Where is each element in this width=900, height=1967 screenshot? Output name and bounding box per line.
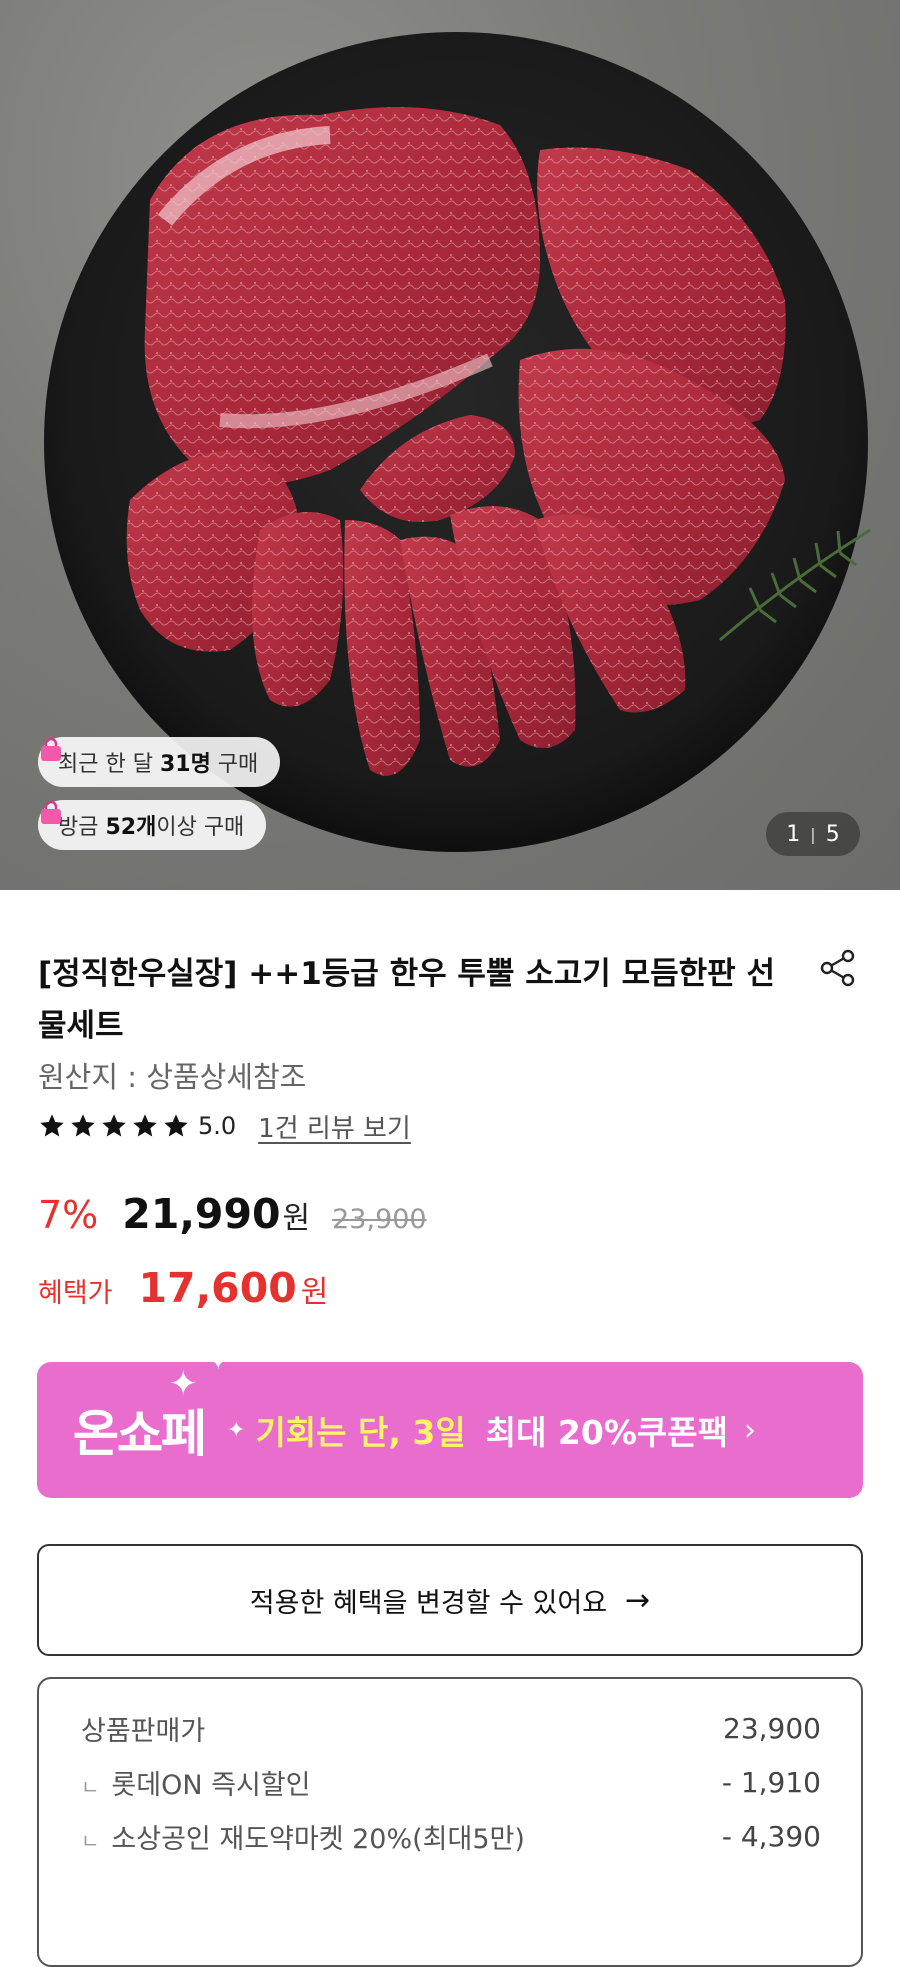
product-image-carousel[interactable]: 최근 한 달 31명 구매 방금 52개이상 구매 1 | 5 bbox=[0, 0, 900, 890]
breakdown-label: 소상공인 재도약마켓 20%(최대5만) bbox=[111, 1824, 525, 1855]
sale-price: 21,990 bbox=[122, 1190, 281, 1238]
star-icon bbox=[133, 1114, 157, 1137]
pager-separator: | bbox=[810, 824, 816, 844]
change-benefit-button[interactable]: 적용한 혜택을 변경할 수 있어요 → bbox=[37, 1544, 863, 1656]
sparkle-icon: ✦ bbox=[209, 1350, 227, 1375]
rating-row: 5.0 1건 리뷰 보기 bbox=[38, 1106, 411, 1146]
star-icon bbox=[164, 1114, 188, 1137]
discount-rate: 7% bbox=[38, 1193, 99, 1237]
product-title: [정직한우실장] ++1등급 한우 투뿔 소고기 모듬한판 선물세트 bbox=[38, 956, 776, 1044]
change-benefit-label: 적용한 혜택을 변경할 수 있어요 bbox=[249, 1587, 608, 1619]
chevron-right-icon: › bbox=[744, 1412, 756, 1448]
pager-current: 1 bbox=[786, 821, 801, 847]
recent-purchase-badge: 최근 한 달 31명 구매 bbox=[38, 737, 281, 787]
benefit-price-currency: 원 bbox=[300, 1275, 329, 1310]
benefit-price-row: 혜택가 17,600 원 bbox=[38, 1264, 328, 1324]
sparkle-icon: ✦ bbox=[227, 1417, 246, 1443]
benefit-label: 혜택가 bbox=[38, 1278, 113, 1309]
origin-info: 원산지 : 상품상세참조 bbox=[38, 1060, 307, 1094]
star-icon bbox=[40, 1114, 64, 1137]
promo-coupon-text: 최대 20%쿠폰팩 bbox=[485, 1413, 728, 1452]
just-purchased-badge: 방금 52개이상 구매 bbox=[38, 800, 267, 850]
breakdown-value: - 4,390 bbox=[721, 1820, 821, 1853]
rating-stars bbox=[38, 1112, 190, 1140]
promo-banner[interactable]: 온쇼페 ✦ ✦ ✦ 기회는 단, 3일 최대 20%쿠폰팩 › bbox=[37, 1350, 863, 1498]
badge-text: 최근 한 달 31명 구매 bbox=[58, 752, 259, 777]
share-icon[interactable] bbox=[818, 948, 858, 988]
sale-price-currency: 원 bbox=[282, 1201, 311, 1236]
pager-total: 5 bbox=[825, 821, 840, 847]
sub-item-marker: ㄴ bbox=[81, 1775, 100, 1799]
sub-item-marker: ㄴ bbox=[81, 1829, 100, 1853]
price-breakdown: 상품판매가 23,900 ㄴ 롯데ON 즉시할인 - 1,910 ㄴ 소상공인 재도… bbox=[37, 1677, 863, 1967]
breakdown-value: - 1,910 bbox=[721, 1766, 821, 1799]
review-link[interactable]: 1건 리뷰 보기 bbox=[258, 1108, 411, 1145]
arrow-right-icon: → bbox=[625, 1582, 651, 1618]
star-icon bbox=[71, 1114, 95, 1137]
promo-logo: 온쇼페 ✦ ✦ bbox=[73, 1350, 227, 1463]
original-price: 23,900 bbox=[332, 1204, 427, 1235]
benefit-price: 17,600 bbox=[138, 1264, 297, 1312]
promo-chance-text: 기회는 단, 3일 bbox=[255, 1413, 466, 1452]
star-icon bbox=[102, 1114, 126, 1137]
price-row: 7% 21,990 원 23,900 bbox=[38, 1190, 427, 1250]
breakdown-row-instant-discount: ㄴ 롯데ON 즉시할인 - 1,910 bbox=[81, 1763, 821, 1802]
sparkle-icon: ✦ bbox=[169, 1364, 197, 1404]
breakdown-value: 23,900 bbox=[723, 1712, 821, 1745]
breakdown-label: 롯데ON 즉시할인 bbox=[111, 1770, 311, 1801]
rating-score: 5.0 bbox=[198, 1112, 237, 1140]
badge-text: 방금 52개이상 구매 bbox=[58, 815, 245, 840]
breakdown-label: 상품판매가 bbox=[81, 1716, 206, 1747]
shopping-bag-icon bbox=[41, 800, 61, 824]
breakdown-row-market-coupon: ㄴ 소상공인 재도약마켓 20%(최대5만) - 4,390 bbox=[81, 1817, 821, 1856]
shopping-bag-icon bbox=[41, 737, 61, 761]
breakdown-row-list-price: 상품판매가 23,900 bbox=[81, 1709, 821, 1748]
image-pager: 1 | 5 bbox=[766, 812, 860, 856]
